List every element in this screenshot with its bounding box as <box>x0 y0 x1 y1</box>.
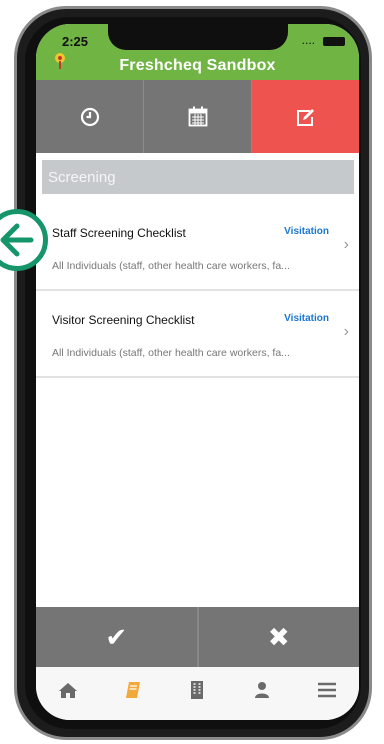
app-header: 2:25 .... Freshcheq Sandbox <box>36 24 359 80</box>
tab-calendar[interactable] <box>144 80 252 153</box>
item-subtitle: All Individuals (staff, other health car… <box>52 347 290 359</box>
phone-notch <box>108 24 288 50</box>
tab-history[interactable] <box>36 80 144 153</box>
item-tag: Visitation <box>284 313 329 324</box>
home-icon <box>59 682 78 698</box>
chevron-right-icon: › <box>343 236 349 253</box>
signal-icon: .... <box>301 33 315 47</box>
item-tag: Visitation <box>284 226 329 237</box>
book-icon <box>125 681 140 698</box>
battery-icon <box>323 37 345 46</box>
bottom-nav <box>36 667 359 720</box>
status-time: 2:25 <box>62 34 89 49</box>
chevron-right-icon: › <box>343 323 349 340</box>
building-icon <box>191 680 204 699</box>
item-title: Visitor Screening Checklist <box>52 313 195 327</box>
nav-home[interactable] <box>36 667 101 720</box>
edit-icon <box>296 108 314 126</box>
page-title: Freshcheq Sandbox <box>119 57 276 74</box>
arrow-left-icon <box>0 223 34 257</box>
nav-menu[interactable] <box>294 667 359 720</box>
app-screen: 2:25 .... Freshcheq Sandbox Screening St… <box>36 24 359 720</box>
nav-facilities[interactable] <box>165 667 230 720</box>
calendar-icon <box>188 106 207 127</box>
nav-checklists[interactable] <box>101 667 166 720</box>
back-button[interactable] <box>0 209 48 271</box>
nav-profile[interactable] <box>230 667 295 720</box>
tab-bar <box>36 80 359 153</box>
clock-icon <box>80 107 99 126</box>
item-subtitle: All Individuals (staff, other health car… <box>52 260 290 272</box>
section-header: Screening <box>42 160 354 194</box>
menu-icon <box>317 682 336 697</box>
tab-edit[interactable] <box>252 80 359 153</box>
action-bar: ✔ ✖ <box>36 607 359 667</box>
list-item[interactable]: Visitor Screening Checklist Visitation A… <box>36 291 359 378</box>
user-icon <box>255 681 270 698</box>
checklist-list: Staff Screening Checklist Visitation All… <box>36 204 359 378</box>
confirm-button[interactable]: ✔ <box>36 607 199 667</box>
list-item[interactable]: Staff Screening Checklist Visitation All… <box>36 204 359 291</box>
cancel-button[interactable]: ✖ <box>198 607 359 667</box>
item-title: Staff Screening Checklist <box>52 226 186 240</box>
